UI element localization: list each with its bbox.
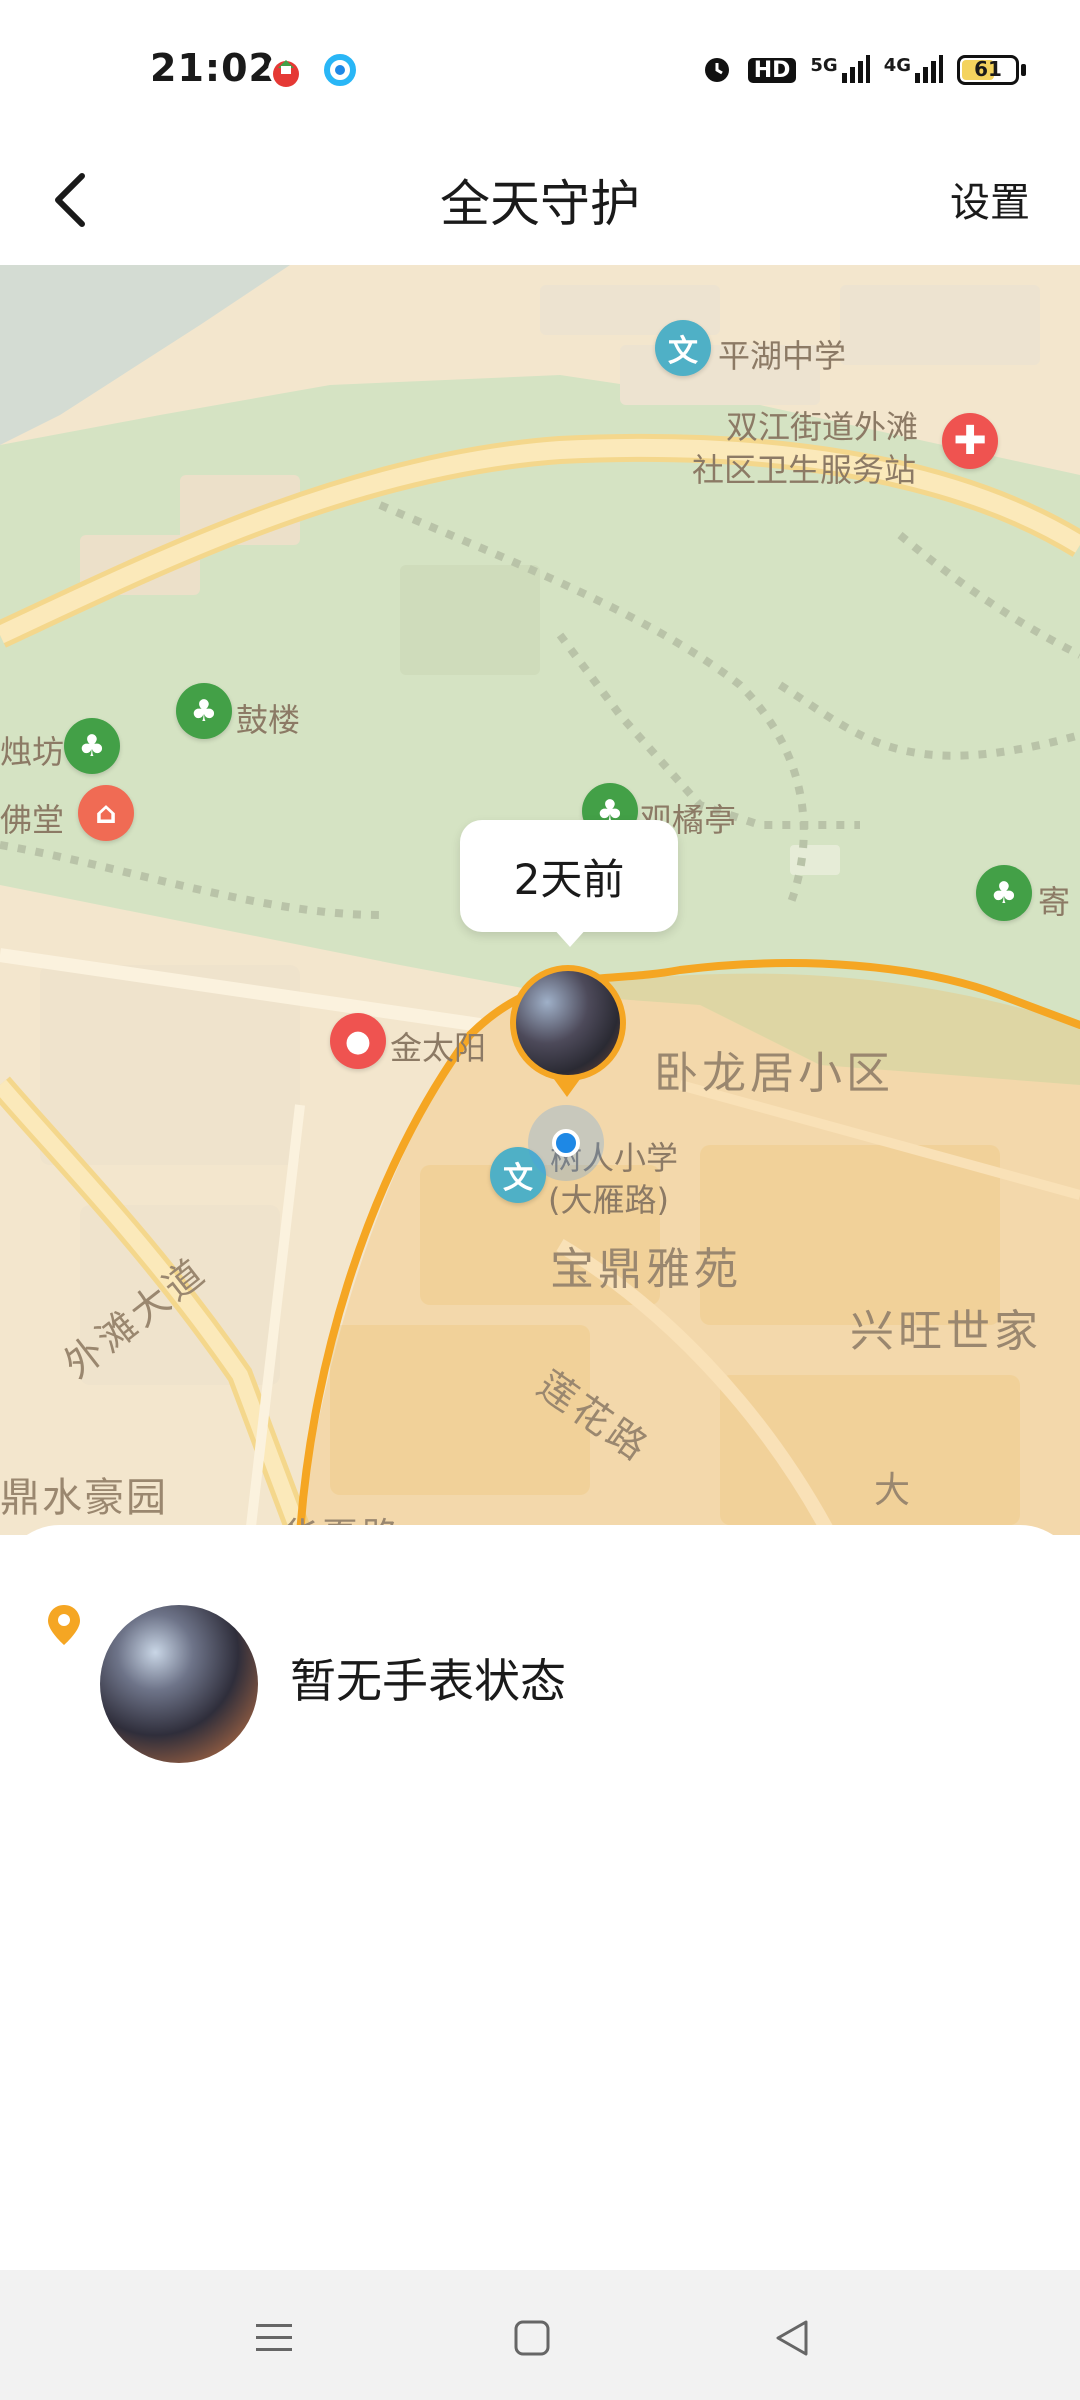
school-poi-icon[interactable]: 文 xyxy=(655,320,711,376)
status-bar: 21:02 HD 5G 4G 61 xyxy=(0,0,1080,140)
signal-4g-icon: 4G xyxy=(884,55,943,85)
battery-icon: 61 xyxy=(957,55,1019,85)
shop-poi-icon[interactable]: ● xyxy=(330,1013,386,1069)
location-pin-icon xyxy=(46,1603,82,1651)
watch-status-text: 暂无手表状态 xyxy=(290,1654,566,1708)
map-label-health-station-1: 双江街道外滩 xyxy=(726,408,919,446)
current-location-dot xyxy=(552,1129,580,1157)
bottom-sheet: 暂无手表状态 xyxy=(0,1525,1080,2270)
map-label-da: 大 xyxy=(874,1470,915,1511)
back-triangle-icon[interactable] xyxy=(762,2308,822,2368)
map-label-fotang: 佛堂 xyxy=(0,801,65,839)
marker-avatar-image xyxy=(516,971,620,1075)
signal-5g-icon: 5G xyxy=(810,55,870,85)
map-label-xingwang: 兴旺世家 xyxy=(850,1306,1042,1357)
battery-tip xyxy=(1021,64,1026,76)
park-poi-icon[interactable]: ♣ xyxy=(64,718,120,774)
status-indicators: HD 5G 4G 61 xyxy=(700,50,1026,90)
avatar[interactable] xyxy=(100,1605,258,1763)
map-label-pinghu-school: 平湖中学 xyxy=(718,337,847,375)
map-label-gulou: 鼓楼 xyxy=(236,701,301,739)
app-browser-icon xyxy=(322,52,358,88)
battery-text: 61 xyxy=(974,57,1002,81)
map-view[interactable]: 文 平湖中学 ✚ 双江街道外滩 社区卫生服务站 ♣ 鼓楼 ♣ 烛坊 ⌂ 佛堂 ♣… xyxy=(0,265,1080,1535)
home-square-icon[interactable] xyxy=(502,2308,562,2368)
marker-pointer xyxy=(551,1075,583,1097)
nav-bar: 全天守护 设置 xyxy=(0,140,1080,265)
settings-button[interactable]: 设置 xyxy=(950,170,1030,228)
map-label-haoyuan: 鼎水豪园 xyxy=(0,1475,168,1521)
map-label-wolongju: 卧龙居小区 xyxy=(654,1048,894,1099)
status-time: 21:02 xyxy=(150,46,276,90)
alarm-icon xyxy=(700,51,734,89)
map-label-jintaiyang: 金太阳 xyxy=(390,1029,487,1067)
last-seen-bubble: 2天前 xyxy=(460,820,678,932)
hd-icon: HD xyxy=(747,57,797,83)
hospital-poi-icon[interactable]: ✚ xyxy=(942,413,998,469)
app-home-icon xyxy=(268,52,304,88)
bubble-tail xyxy=(552,927,588,947)
map-label-health-station-2: 社区卫生服务站 xyxy=(692,451,917,489)
temple-poi-icon[interactable]: ⌂ xyxy=(78,785,134,841)
page-title: 全天守护 xyxy=(440,175,640,233)
map-label-baoding: 宝鼎雅苑 xyxy=(550,1244,742,1295)
device-avatar-marker[interactable] xyxy=(510,965,626,1081)
map-label-zhufang: 烛坊 xyxy=(0,733,65,771)
system-nav-bar xyxy=(0,2270,1080,2400)
map-label-jitong: 寄 xyxy=(1038,883,1071,921)
park-poi-icon[interactable]: ♣ xyxy=(976,865,1032,921)
map-label-shuren-2: (大雁路) xyxy=(548,1181,669,1219)
menu-icon[interactable] xyxy=(244,2308,304,2368)
park-poi-icon[interactable]: ♣ xyxy=(176,683,232,739)
